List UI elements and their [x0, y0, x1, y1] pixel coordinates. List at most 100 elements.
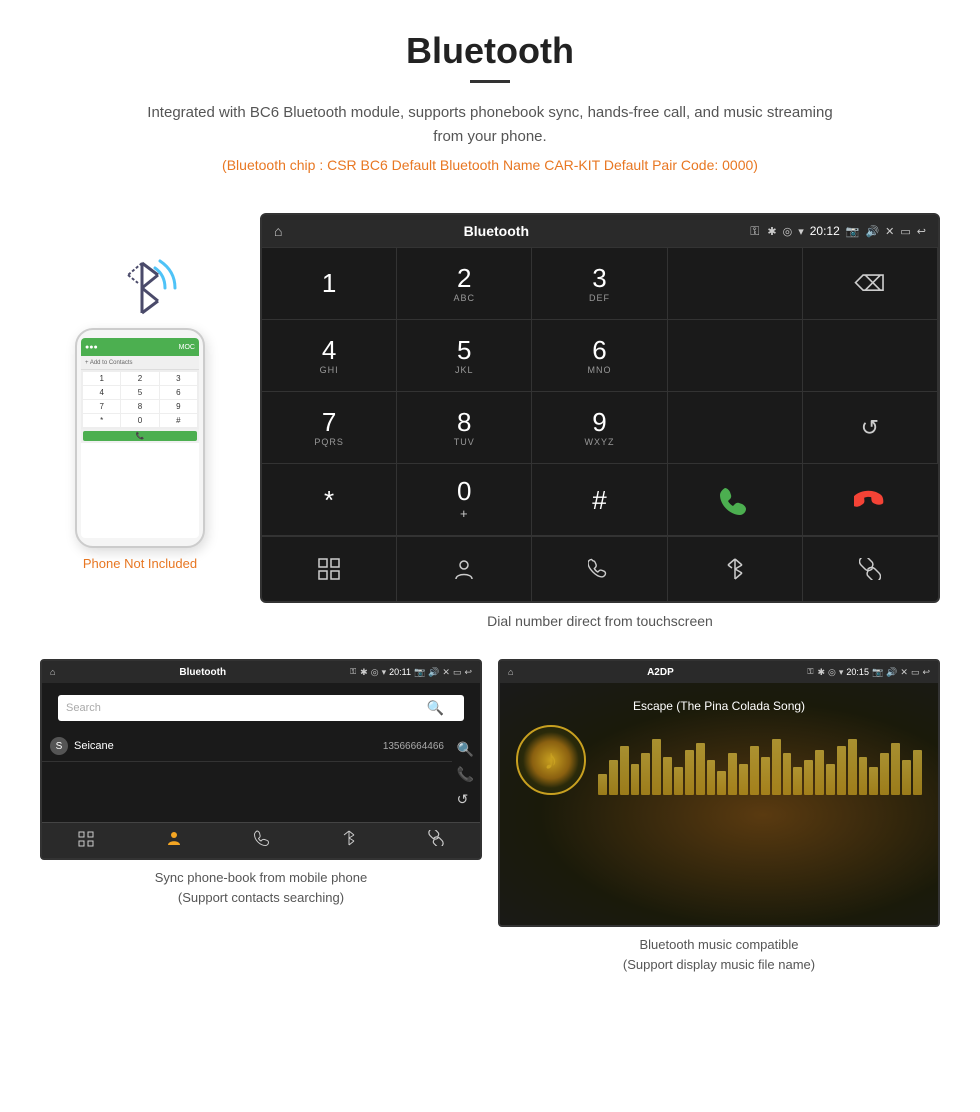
pb-usb-icon: ⚿: [350, 667, 356, 677]
phonebook-panel: ⌂ Bluetooth ⚿ ✱ ◎ ▾ 20:11 📷 🔊 ✕ ▭ ↩: [40, 659, 482, 974]
dial-num-8: 8: [457, 409, 471, 435]
pb-bottom-phone-icon[interactable]: [254, 830, 270, 851]
bottom-person-icon[interactable]: [397, 537, 532, 601]
dial-sub-0: +: [460, 506, 469, 521]
dial-sub-6: MNO: [587, 365, 611, 375]
call-red-icon: [854, 484, 886, 516]
pb-bottom-person-icon[interactable]: [166, 830, 182, 851]
eq-bar: [804, 760, 813, 795]
music-back-icon: ↩: [922, 667, 930, 678]
eq-bar: [717, 771, 726, 796]
pb-contact-letter: S: [50, 737, 68, 755]
music-wifi-icon: ▾: [839, 667, 844, 678]
dial-num-7: 7: [322, 409, 336, 435]
pb-side-search-icon[interactable]: 🔍: [457, 741, 474, 758]
backspace-icon: ⌫: [854, 271, 885, 297]
pb-contact-row[interactable]: S Seicane 13566664466: [42, 731, 452, 762]
dial-key-0[interactable]: 0 +: [397, 464, 532, 536]
eq-bar: [880, 753, 889, 795]
dial-key-3[interactable]: 3 DEF: [532, 248, 667, 320]
camera-status-icon: 📷: [846, 225, 860, 238]
phone-key-4: 4: [83, 386, 120, 399]
music-bt-icon: ✱: [817, 667, 825, 678]
pb-search-placeholder: Search: [66, 702, 101, 714]
dial-key-refresh[interactable]: ↺: [803, 392, 938, 464]
phone-key-star: *: [83, 414, 120, 427]
bluetooth-signal-area: [100, 253, 180, 323]
panel2-caption: Bluetooth music compatible (Support disp…: [623, 935, 815, 974]
dial-key-9[interactable]: 9 WXYZ: [532, 392, 667, 464]
phone-not-included-label: Phone Not Included: [83, 556, 197, 571]
eq-bar: [783, 753, 792, 795]
phone-add-contact: + Add to Contacts: [81, 356, 199, 370]
dial-key-star[interactable]: *: [262, 464, 397, 536]
dial-num-4: 4: [322, 337, 336, 363]
dial-key-7[interactable]: 7 PQRS: [262, 392, 397, 464]
panel1-caption-line2: (Support contacts searching): [178, 890, 344, 905]
phone-key-7: 7: [83, 400, 120, 413]
phone-key-9: 9: [160, 400, 197, 413]
page-description: Integrated with BC6 Bluetooth module, su…: [140, 101, 840, 149]
title-divider: [470, 80, 510, 83]
bottom-phone-icon[interactable]: [532, 537, 667, 601]
pb-vol-icon: 🔊: [428, 667, 439, 678]
dial-key-6[interactable]: 6 MNO: [532, 320, 667, 392]
panel2-caption-line1: Bluetooth music compatible: [640, 937, 799, 952]
pb-bottom-bt-icon[interactable]: [342, 830, 356, 851]
music-cam-icon: 📷: [872, 667, 883, 678]
panel2-caption-line2: (Support display music file name): [623, 957, 815, 972]
pb-back-icon: ↩: [464, 667, 472, 678]
dial-key-8[interactable]: 8 TUV: [397, 392, 532, 464]
eq-bar: [641, 753, 650, 795]
bottom-link-icon[interactable]: [803, 537, 938, 601]
bottom-grid-icon[interactable]: [262, 537, 397, 601]
dial-key-1[interactable]: 1: [262, 248, 397, 320]
eq-bar: [913, 750, 922, 796]
eq-bar: [859, 757, 868, 796]
dial-key-hash[interactable]: #: [532, 464, 667, 536]
panel1-caption-line1: Sync phone-book from mobile phone: [155, 870, 367, 885]
phone-dialpad: 1 2 3 4 5 6 7 8 9 * 0 #: [81, 370, 199, 429]
dial-section: ●●● MOC + Add to Contacts 1 2 3 4 5 6 7 …: [0, 203, 980, 639]
volume-status-icon: 🔊: [865, 225, 879, 238]
eq-bar: [750, 746, 759, 795]
dial-key-5[interactable]: 5 JKL: [397, 320, 532, 392]
eq-bar: [793, 767, 802, 795]
refresh-icon: ↺: [861, 415, 879, 441]
music-rect-icon: ▭: [911, 667, 920, 678]
bottom-bluetooth-icon[interactable]: [668, 537, 803, 601]
status-right-group: ✱ ◎ ▾ 20:12 📷 🔊 ✕ ▭ ↩: [767, 224, 926, 238]
pb-side-refresh-icon[interactable]: ↺: [457, 791, 474, 808]
dial-key-4[interactable]: 4 GHI: [262, 320, 397, 392]
pb-bt-icon: [342, 830, 356, 846]
main-statusbar: ⌂ Bluetooth ⚿ ✱ ◎ ▾ 20:12 📷 🔊 ✕ ▭ ↩: [262, 215, 938, 247]
eq-bar: [902, 760, 911, 795]
eq-bar: [652, 739, 661, 795]
pb-side-phone-icon[interactable]: 📞: [457, 766, 474, 783]
music-panel: ⌂ A2DP ⚿ ✱ ◎ ▾ 20:15 📷 🔊 ✕ ▭ ↩ Escape (T…: [498, 659, 940, 974]
pb-search-box[interactable]: Search: [58, 695, 464, 721]
dial-key-2[interactable]: 2 ABC: [397, 248, 532, 320]
dial-key-call-green[interactable]: [668, 464, 803, 536]
bluetooth-signal-icon: [100, 253, 180, 323]
pb-bottom-grid-icon[interactable]: [78, 831, 94, 850]
eq-bar: [685, 750, 694, 796]
dial-key-empty-3: [803, 320, 938, 392]
music-home-icon: ⌂: [508, 667, 513, 677]
dial-sub-8: TUV: [454, 437, 475, 447]
dial-key-backspace[interactable]: ⌫: [803, 248, 938, 320]
rect-status-icon: ▭: [900, 225, 910, 238]
phone-call-btn: 📞: [83, 431, 197, 441]
music-song-title: Escape (The Pina Colada Song): [516, 699, 922, 713]
music-eq-visualizer: [598, 725, 922, 795]
search-icon[interactable]: 🔍: [427, 700, 444, 717]
pb-search-area: Search 🔍: [50, 689, 472, 727]
phone-call-bar: 📞: [81, 429, 199, 443]
pb-x-icon: ✕: [442, 667, 450, 678]
eq-bar: [891, 743, 900, 796]
pb-bottom-link-icon[interactable]: [428, 830, 444, 851]
eq-bar: [696, 743, 705, 796]
usb-icon: ⚿: [750, 224, 759, 239]
dial-key-call-red[interactable]: [803, 464, 938, 536]
phone-screen: ●●● MOC + Add to Contacts 1 2 3 4 5 6 7 …: [81, 338, 199, 538]
